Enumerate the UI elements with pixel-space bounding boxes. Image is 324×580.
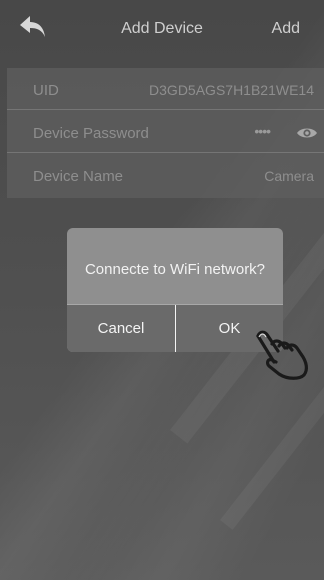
password-row[interactable]: Device Password •••• — [7, 111, 324, 153]
wifi-confirm-dialog: Connecte to WiFi network? Cancel OK — [67, 228, 283, 352]
password-field[interactable]: •••• — [254, 123, 271, 139]
device-name-label: Device Name — [33, 168, 124, 185]
navigation-bar: Add Device Add — [0, 0, 324, 60]
cancel-button[interactable]: Cancel — [67, 305, 175, 352]
dialog-message: Connecte to WiFi network? — [84, 261, 266, 278]
pointing-hand-icon — [256, 330, 308, 380]
uid-row[interactable]: UID D3GD5AGS7H1B21WE14 — [7, 68, 324, 110]
device-form: UID D3GD5AGS7H1B21WE14 Device Password •… — [7, 68, 324, 198]
device-name-value[interactable]: Camera — [264, 168, 314, 184]
eye-icon[interactable] — [296, 126, 318, 140]
uid-label: UID — [33, 82, 59, 99]
password-label: Device Password — [33, 125, 149, 142]
device-name-row[interactable]: Device Name Camera — [7, 154, 324, 196]
uid-value[interactable]: D3GD5AGS7H1B21WE14 — [149, 82, 314, 98]
add-button[interactable]: Add — [272, 20, 300, 38]
